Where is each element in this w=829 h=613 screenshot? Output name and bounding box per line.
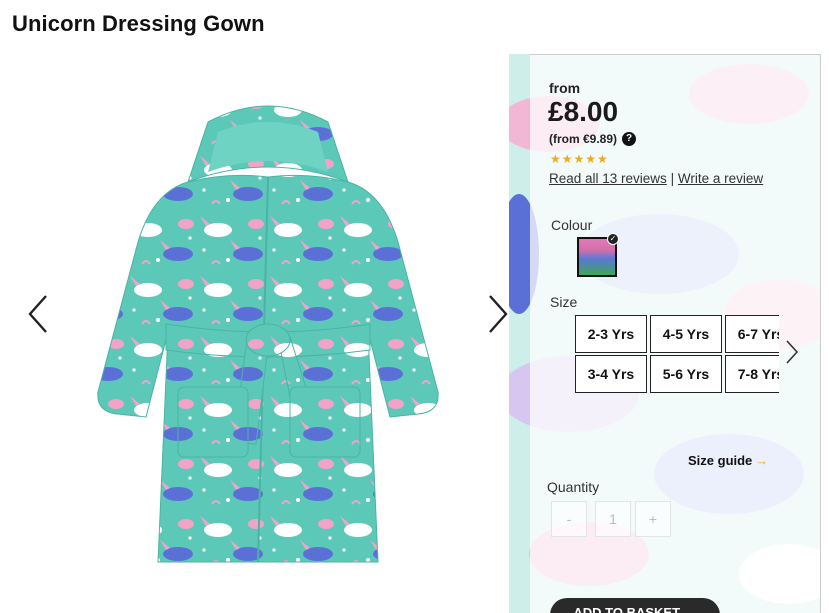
- size-options: 2-3 Yrs 4-5 Yrs 6-7 Yrs 3-4 Yrs 5-6 Yrs …: [574, 314, 779, 396]
- alternate-currency-price: (from €9.89): [549, 132, 618, 146]
- reviews-separator: |: [670, 171, 675, 186]
- size-guide-label: Size guide: [688, 453, 753, 468]
- size-scroll-right-chevron-icon[interactable]: [783, 337, 801, 367]
- quantity-input[interactable]: 1: [595, 501, 631, 537]
- size-option-3-4[interactable]: 3-4 Yrs: [575, 355, 647, 393]
- product-image-gallery: [18, 70, 518, 590]
- add-to-basket-button[interactable]: ADD TO BASKET →: [550, 598, 720, 613]
- write-review-link[interactable]: Write a review: [678, 171, 763, 186]
- quantity-decrease-button[interactable]: -: [551, 501, 587, 537]
- size-option-7-8[interactable]: 7-8 Yrs: [725, 355, 779, 393]
- rating-stars: ★★★★★: [550, 152, 609, 166]
- size-label: Size: [550, 294, 578, 310]
- product-price: £8.00: [548, 96, 619, 127]
- size-option-5-6[interactable]: 5-6 Yrs: [650, 355, 722, 393]
- selected-check-icon: ✓: [607, 233, 619, 245]
- arrow-right-icon: →: [755, 453, 769, 468]
- quantity-label: Quantity: [547, 479, 600, 495]
- colour-label: Colour: [551, 217, 593, 233]
- previous-image-arrow-icon[interactable]: [22, 292, 54, 336]
- size-option-4-5[interactable]: 4-5 Yrs: [650, 315, 722, 353]
- reviews-links: Read all 13 reviews | Write a review: [549, 171, 763, 186]
- from-label: from: [549, 80, 581, 96]
- size-guide-link[interactable]: Size guide →: [688, 453, 768, 468]
- product-image: [97, 105, 439, 563]
- product-title: Unicorn Dressing Gown: [12, 11, 265, 36]
- size-option-6-7[interactable]: 6-7 Yrs: [725, 315, 779, 353]
- read-reviews-link[interactable]: Read all 13 reviews: [549, 171, 667, 186]
- quantity-increase-button[interactable]: +: [635, 501, 671, 537]
- question-circle-icon[interactable]: ?: [622, 132, 636, 146]
- size-option-2-3[interactable]: 2-3 Yrs: [575, 315, 647, 353]
